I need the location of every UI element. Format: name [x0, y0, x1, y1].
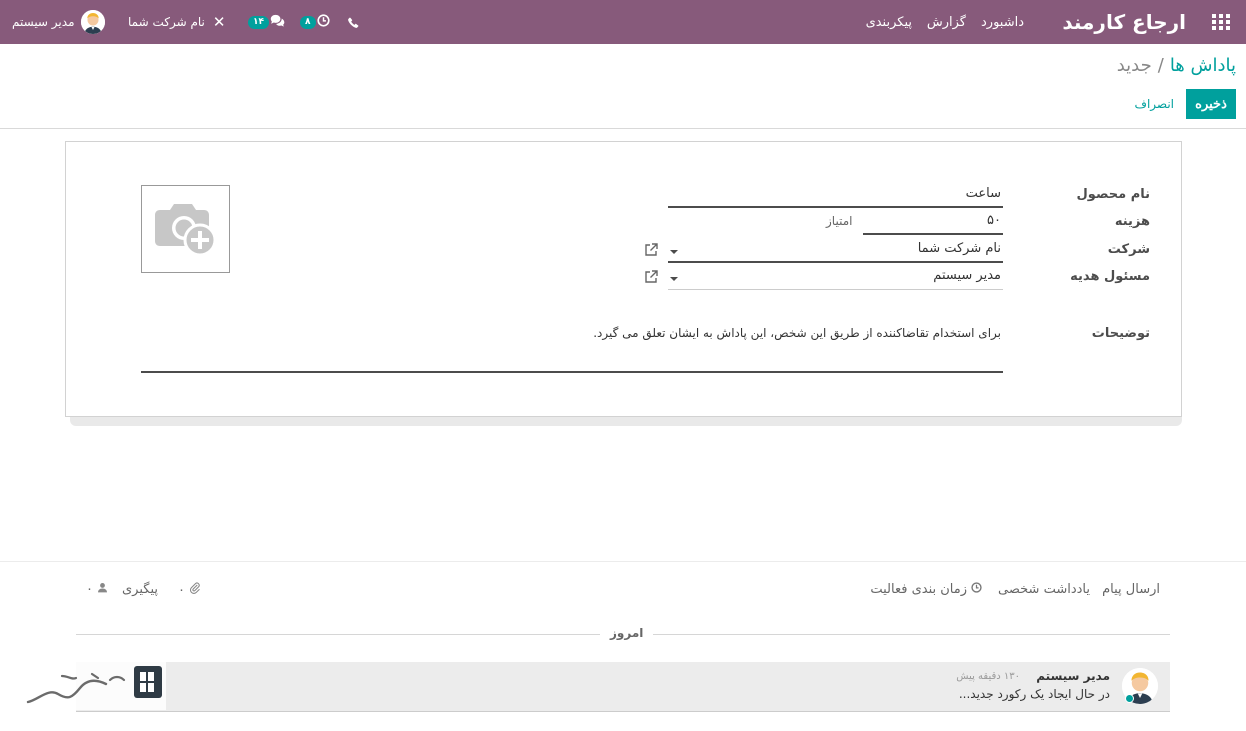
online-status-icon	[1125, 694, 1134, 703]
app-title: ارجاع کارمند	[1062, 10, 1186, 34]
clock-icon	[316, 13, 330, 31]
gift-manager-field[interactable]: مدیر سیستم	[668, 268, 1003, 290]
company-dropdown-icon[interactable]	[670, 250, 678, 254]
save-button[interactable]: ذخیره	[1186, 89, 1236, 119]
product-image-upload[interactable]	[141, 185, 230, 273]
description-label: توضیحات	[1091, 326, 1150, 341]
chat-icon	[270, 14, 286, 31]
menu-dashboard[interactable]: داشبورد	[981, 0, 1024, 44]
schedule-activity-button[interactable]: زمان بندی فعالیت	[870, 582, 982, 597]
discard-button[interactable]: انصراف	[1135, 89, 1174, 119]
cost-field[interactable]: ۵۰	[863, 213, 1003, 235]
breadcrumb-parent[interactable]: پاداش ها	[1170, 55, 1236, 76]
company-switch-icon: ✕	[212, 13, 226, 31]
top-navbar: ارجاع کارمند داشبورد گزارش پیکربندی ۸ ۱۴…	[0, 0, 1246, 44]
user-name: مدیر سیستم	[12, 15, 75, 29]
chatter-divider	[0, 561, 1246, 562]
description-field[interactable]: برای استخدام تقاضاکننده از طریق این شخص،…	[141, 326, 1003, 373]
user-avatar	[80, 10, 105, 34]
cost-label: هزینه	[1114, 214, 1150, 229]
company-name: نام شرکت شما	[128, 15, 205, 29]
breadcrumb: پاداش ها / جدید	[1117, 55, 1236, 76]
message-body: در حال ایجاد یک رکورد جدید...	[958, 687, 1110, 701]
camera-add-icon	[152, 198, 220, 260]
message-time: ۱۳۰ دقیقه پیش	[956, 671, 1020, 682]
user-menu[interactable]: مدیر سیستم	[12, 0, 105, 44]
chatter-message: مدیر سیستم ۱۳۰ دقیقه پیش در حال ایجاد یک…	[76, 662, 1170, 712]
menu-configuration[interactable]: پیکربندی	[866, 0, 912, 44]
apps-menu-icon[interactable]	[1212, 0, 1230, 44]
control-panel-divider	[0, 128, 1246, 129]
cost-unit-label: امتیاز	[826, 214, 853, 228]
message-author[interactable]: مدیر سیستم	[1036, 669, 1110, 683]
followers-count: ۰	[86, 582, 93, 597]
company-switcher[interactable]: ✕ نام شرکت شما	[128, 0, 225, 44]
breadcrumb-current: جدید	[1116, 55, 1152, 76]
menu-report[interactable]: گزارش	[927, 0, 966, 44]
send-message-button[interactable]: ارسال پیام	[1102, 582, 1160, 597]
user-icon	[97, 582, 108, 597]
followers-button[interactable]: ۰	[86, 582, 108, 597]
attachments-count: ۰	[178, 582, 185, 598]
product-name-label: نام محصول	[1076, 187, 1150, 202]
schedule-activity-label: زمان بندی فعالیت	[870, 582, 967, 597]
company-label: شرکت	[1107, 242, 1150, 257]
form-sheet: نام محصول ساعت هزینه ۵۰ امتیاز شرکت نام …	[65, 141, 1182, 417]
activities-badge: ۸	[300, 15, 316, 29]
gift-manager-dropdown-icon[interactable]	[670, 277, 678, 281]
phone-icon[interactable]	[348, 0, 359, 44]
product-name-field[interactable]: ساعت	[668, 186, 1003, 208]
breadcrumb-separator: /	[1157, 55, 1164, 76]
log-note-button[interactable]: یادداشت شخصی	[998, 582, 1090, 597]
watermark-logo	[22, 662, 166, 710]
attachments-button[interactable]: ۰	[178, 582, 201, 598]
messages-badge: ۱۴	[248, 15, 269, 29]
today-separator: امروز	[600, 626, 654, 640]
paperclip-icon	[189, 582, 201, 598]
clock-icon	[971, 582, 982, 597]
gift-manager-external-link-icon[interactable]	[644, 270, 658, 284]
follow-button[interactable]: پیگیری	[122, 582, 158, 597]
company-field[interactable]: نام شرکت شما	[668, 241, 1003, 263]
activities-indicator[interactable]: ۸	[300, 0, 330, 44]
gift-manager-label: مسئول هدیه	[1070, 269, 1150, 284]
company-external-link-icon[interactable]	[644, 243, 658, 257]
messages-indicator[interactable]: ۱۴	[248, 0, 286, 44]
